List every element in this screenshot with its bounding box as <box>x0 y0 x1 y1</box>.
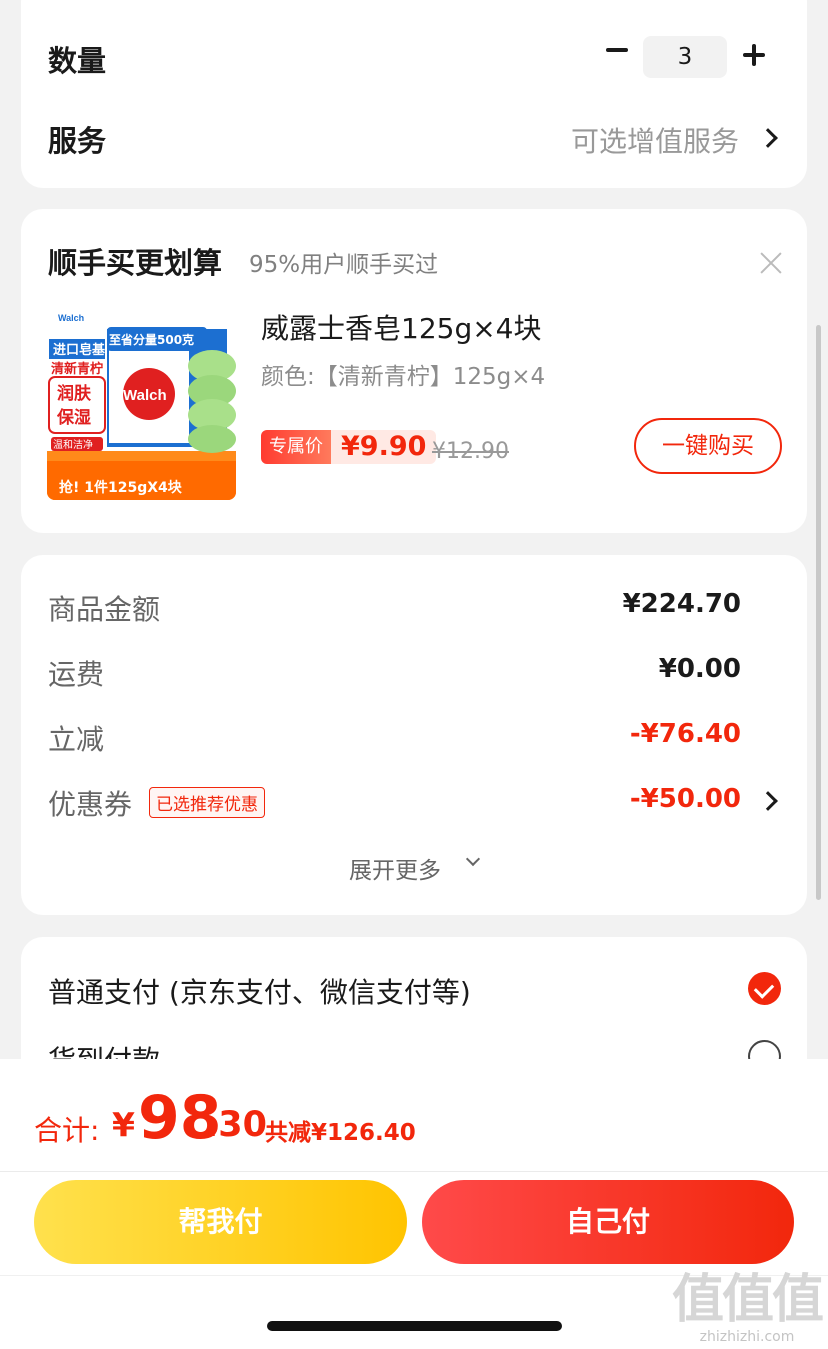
close-icon[interactable] <box>759 251 783 275</box>
scrollbar[interactable] <box>816 325 821 900</box>
shipping-value: ¥0.00 <box>658 654 741 684</box>
checkout-bar: 合计: ¥ 98 .30 共减¥126.40 帮我付 自己付 值值值 zhizh… <box>0 1059 828 1349</box>
watermark-logo: 值值值 <box>672 1270 824 1330</box>
payment-option-normal[interactable]: 普通支付 (京东支付、微信支付等) <box>48 971 471 1011</box>
product-image[interactable]: Walch 进口皂基 清新青柠 至省分量500克 Walch 润肤 保湿 温和洁… <box>47 311 236 500</box>
shipping-label: 运费 <box>48 658 105 691</box>
expand-more-button[interactable]: 展开更多 <box>349 851 441 885</box>
chevron-down-icon[interactable] <box>465 851 481 867</box>
instant-discount-label: 立减 <box>48 723 105 756</box>
coupon-value[interactable]: -¥50.00 <box>630 784 741 814</box>
image-text-2: 清新青柠 <box>51 361 103 377</box>
service-label: 服务 <box>48 124 107 158</box>
addon-card: 顺手买更划算 95%用户顺手买过 Walch 进口皂基 清新青柠 至省分量500… <box>21 209 807 533</box>
quantity-service-card: 数量 3 服务 可选增值服务 <box>21 0 807 188</box>
addon-title: 顺手买更划算 <box>48 246 223 280</box>
image-text-1: 进口皂基 <box>53 342 106 358</box>
product-image-art: Walch 进口皂基 清新青柠 至省分量500克 Walch 润肤 保湿 温和洁… <box>47 311 236 500</box>
exclusive-price-value: ¥9.90 <box>331 430 437 464</box>
quantity-input[interactable]: 3 <box>643 36 727 78</box>
exclusive-price-label: 专属价 <box>261 430 331 464</box>
watermark: 值值值 zhizhizhi.com <box>672 1270 824 1345</box>
help-pay-button[interactable]: 帮我付 <box>34 1180 407 1264</box>
check-circle-icon[interactable] <box>748 972 781 1005</box>
goods-amount-label: 商品金额 <box>48 593 161 626</box>
original-price: ¥12.90 <box>432 439 509 464</box>
chevron-right-icon[interactable] <box>758 791 778 811</box>
addon-subtitle: 95%用户顺手买过 <box>249 252 439 278</box>
product-spec: 颜色:【清新青柠】125g×4 <box>261 364 546 390</box>
image-text-b3: 温和洁净 <box>53 438 93 451</box>
goods-amount-value: ¥224.70 <box>622 589 741 619</box>
one-click-buy-button[interactable]: 一键购买 <box>634 418 782 474</box>
service-selector[interactable]: 可选增值服务 <box>571 120 739 160</box>
image-text-b1: 润肤 <box>57 383 92 404</box>
coupon-label[interactable]: 优惠券 <box>48 783 132 823</box>
watermark-url: zhizhizhi.com <box>699 1329 795 1345</box>
quantity-label: 数量 <box>48 44 107 78</box>
total-saved: 共减¥126.40 <box>265 1120 416 1146</box>
amount-card: 商品金额 ¥224.70 运费 ¥0.00 立减 -¥76.40 优惠券 已选推… <box>21 555 807 915</box>
divider <box>0 1171 828 1172</box>
quantity-increase-button[interactable] <box>737 39 773 75</box>
self-pay-button[interactable]: 自己付 <box>422 1180 794 1264</box>
quantity-decrease-button[interactable] <box>599 32 635 68</box>
image-text-badge: 至省分量500克 <box>109 332 194 347</box>
total-decimal: .30 <box>205 1105 268 1145</box>
image-brand-small: Walch <box>58 313 84 323</box>
image-text-bottom: 抢! 1件125gX4块 <box>59 479 183 496</box>
home-indicator[interactable] <box>267 1321 562 1331</box>
exclusive-price-tag: 专属价 ¥9.90 <box>261 430 437 464</box>
image-text-b2: 保湿 <box>56 407 91 428</box>
image-brand: Walch <box>123 387 167 404</box>
product-name[interactable]: 威露士香皂125g×4块 <box>261 307 542 347</box>
instant-discount-value: -¥76.40 <box>629 719 741 749</box>
total-label: 合计: <box>34 1114 100 1147</box>
coupon-recommend-badge: 已选推荐优惠 <box>149 787 265 818</box>
chevron-right-icon[interactable] <box>758 128 778 148</box>
total-currency: ¥ <box>112 1105 135 1144</box>
